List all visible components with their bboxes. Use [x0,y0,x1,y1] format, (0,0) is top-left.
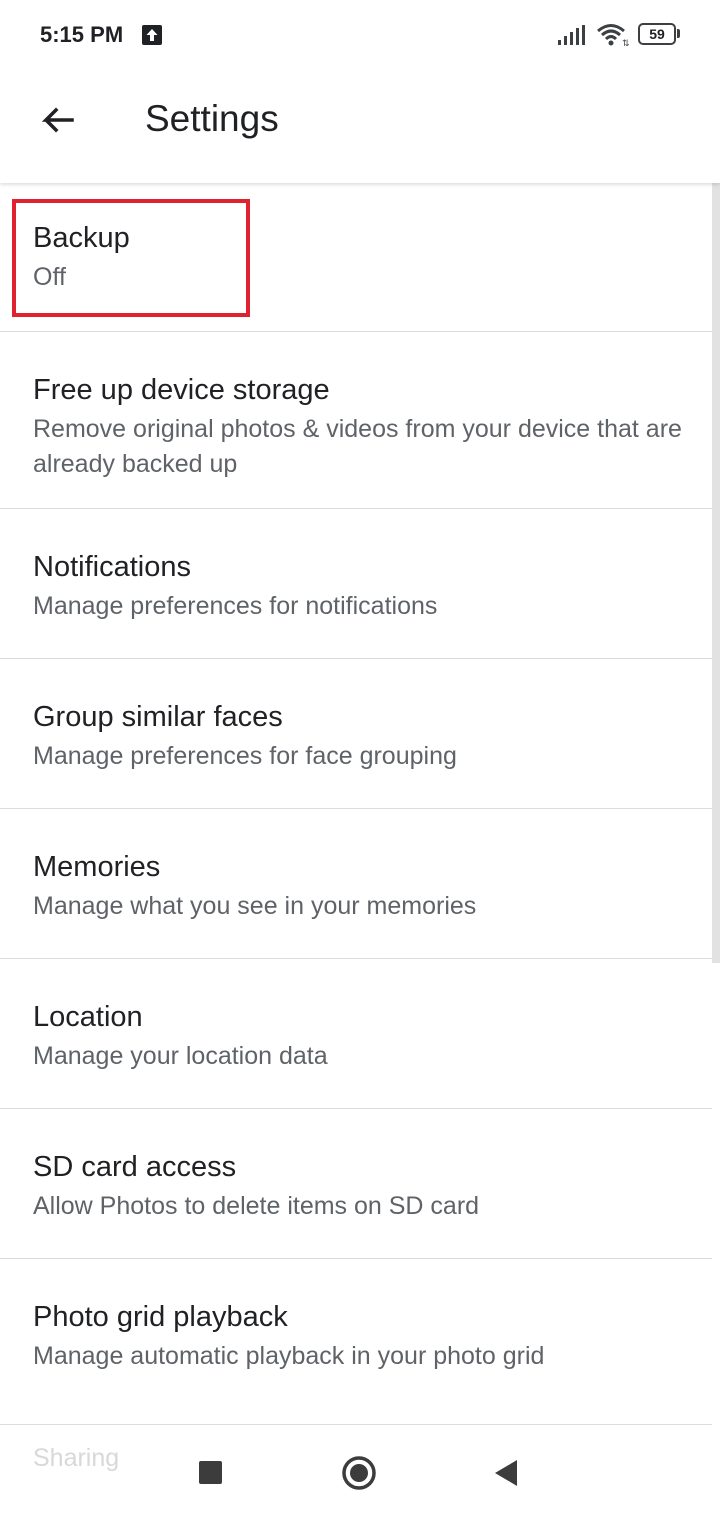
setting-subtitle: Allow Photos to delete items on SD card [33,1192,480,1220]
setting-subtitle: Manage automatic playback in your photo … [33,1342,545,1370]
setting-subtitle: Manage what you see in your memories [33,892,477,920]
app-bar: Settings [0,70,720,183]
highlight-box [12,199,250,317]
arrow-back-icon[interactable] [30,96,82,148]
setting-photo-grid-playback[interactable]: Photo grid playback Manage automatic pla… [0,1259,712,1425]
battery-icon: 59 [638,23,676,45]
setting-title: Group similar faces [33,701,283,733]
setting-backup[interactable]: Backup Off [0,183,712,332]
setting-memories[interactable]: Memories Manage what you see in your mem… [0,809,712,959]
back-icon[interactable] [493,1458,519,1488]
system-nav-bar [0,1425,720,1520]
setting-subtitle: Remove original photos & videos from you… [33,415,682,478]
wifi-icon: ⇅ [597,24,630,48]
setting-location[interactable]: Location Manage your location data [0,959,712,1109]
setting-sd-card[interactable]: SD card access Allow Photos to delete it… [0,1109,712,1259]
setting-notifications[interactable]: Notifications Manage preferences for not… [0,509,712,659]
setting-title: SD card access [33,1151,237,1183]
battery-tip [677,29,680,38]
home-icon[interactable] [341,1455,377,1491]
status-time: 5:15 PM [40,22,124,47]
setting-subtitle: Manage your location data [33,1042,328,1070]
page-title: Settings [145,98,279,139]
setting-title: Memories [33,851,161,883]
setting-title: Notifications [33,551,191,583]
svg-text:⇅: ⇅ [622,38,630,48]
setting-title: Location [33,1001,143,1033]
upload-icon [142,25,162,45]
setting-group-faces[interactable]: Group similar faces Manage preferences f… [0,659,712,809]
setting-subtitle: Manage preferences for notifications [33,592,438,620]
setting-title: Photo grid playback [33,1301,288,1333]
signal-icon [558,25,585,45]
setting-subtitle: Manage preferences for face grouping [33,742,457,770]
scrollbar[interactable] [712,183,720,963]
recents-icon[interactable] [199,1461,222,1484]
settings-list: Backup Off Free up device storage Remove… [0,183,712,1425]
setting-free-up-storage[interactable]: Free up device storage Remove original p… [0,332,712,509]
setting-title: Free up device storage [33,374,330,406]
status-bar: 5:15 PM ⇅ 59 [0,0,720,70]
